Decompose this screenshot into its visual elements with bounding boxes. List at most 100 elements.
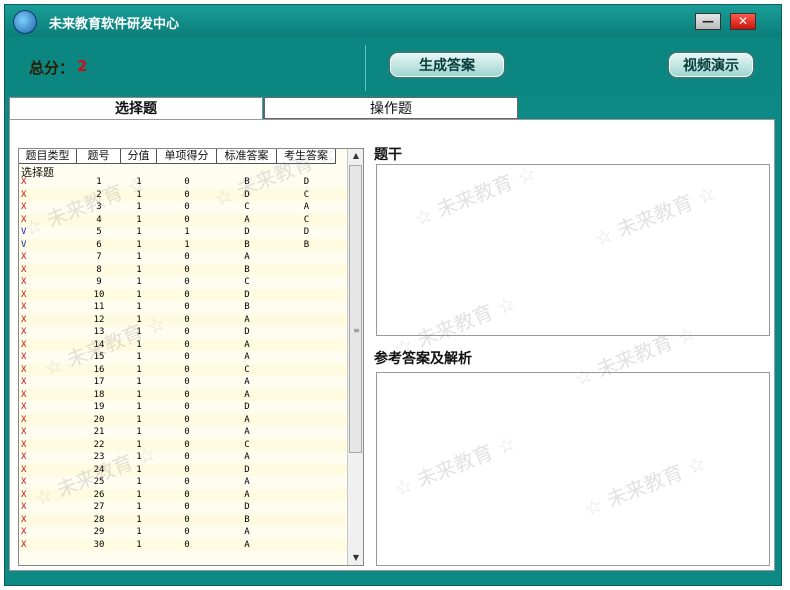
cell-std: D [244, 327, 250, 337]
list-scrollbar[interactable]: ▲ ≡ ▼ [347, 149, 363, 565]
cell-score: 0 [184, 514, 190, 525]
table-row[interactable]: V 6 1 1 B B [19, 238, 347, 251]
cell-score: 0 [184, 464, 190, 475]
close-button[interactable]: ✕ [730, 13, 756, 30]
table-row[interactable]: X 16 1 0 C [19, 363, 347, 376]
table-row[interactable]: X 26 1 0 A [19, 488, 347, 501]
minimize-button[interactable]: — [695, 13, 721, 30]
table-row[interactable]: X 24 1 0 D [19, 463, 347, 476]
cell-ans [277, 414, 336, 427]
scrollbar-thumb[interactable]: ≡ [349, 165, 362, 453]
generate-answer-button[interactable]: 生成答案 [388, 51, 506, 79]
scrollbar-grip: ≡ [353, 326, 360, 335]
table-row[interactable]: X 9 1 0 C [19, 276, 347, 289]
cell-mark: X [21, 352, 27, 362]
cell-score: 1 [184, 239, 190, 250]
cell-mark: X [21, 402, 27, 412]
tab-multiple-choice[interactable]: 选择题 [9, 97, 263, 119]
column-header-student-answer[interactable]: 考生答案 [277, 149, 336, 164]
cell-pts: 1 [136, 527, 142, 537]
cell-score: 0 [184, 502, 190, 512]
up-arrow-icon[interactable]: ▲ [348, 149, 363, 163]
table-row[interactable]: X 1 1 0 B D [19, 176, 347, 189]
table-row[interactable]: X 13 1 0 D [19, 326, 347, 339]
table-row[interactable]: X 28 1 0 B [19, 513, 347, 527]
cell-mark: X [21, 452, 27, 462]
cell-mark: X [21, 427, 27, 437]
column-header-type[interactable]: 题目类型 [19, 149, 77, 164]
cell-std: A [244, 377, 250, 387]
cell-num: 21 [93, 427, 105, 437]
cell-num: 13 [93, 327, 105, 337]
column-header-standard-answer[interactable]: 标准答案 [217, 149, 277, 164]
table-row[interactable]: X 20 1 0 A [19, 413, 347, 427]
table-row[interactable]: X 15 1 0 A [19, 351, 347, 364]
table-row[interactable]: X 29 1 0 A [19, 526, 347, 539]
cell-num: 4 [96, 214, 102, 225]
tab-operations[interactable]: 操作题 [264, 97, 518, 119]
column-header-item-score[interactable]: 单项得分 [157, 149, 217, 164]
cell-std: A [244, 214, 250, 225]
tab-bar: 选择题 操作题 [5, 97, 781, 119]
cell-ans [277, 251, 336, 264]
cell-mark: X [21, 202, 27, 212]
cell-ans [277, 501, 336, 514]
cell-std: D [244, 464, 250, 475]
cell-std: A [244, 414, 250, 425]
table-row[interactable]: X 8 1 0 B [19, 263, 347, 276]
cell-num: 9 [96, 277, 102, 287]
cell-ans [277, 539, 336, 552]
cell-score: 0 [184, 539, 190, 550]
column-header-number[interactable]: 题号 [77, 149, 121, 164]
cell-pts: 1 [136, 377, 142, 387]
cell-score: 0 [184, 277, 190, 287]
title-bar[interactable]: 未来教育软件研发中心 — ✕ [5, 5, 781, 37]
cell-mark: X [21, 489, 27, 500]
cell-pts: 1 [136, 302, 142, 312]
cell-ans [277, 514, 336, 527]
cell-mark: X [21, 414, 27, 425]
cell-score: 0 [184, 402, 190, 412]
table-row[interactable]: X 7 1 0 A [19, 251, 347, 264]
cell-pts: 1 [136, 414, 142, 425]
table-row[interactable]: X 2 1 0 D C [19, 188, 347, 201]
cell-pts: 1 [136, 252, 142, 262]
cell-std: B [244, 264, 250, 275]
column-header-points[interactable]: 分值 [121, 149, 157, 164]
cell-pts: 1 [136, 389, 142, 400]
table-row[interactable]: X 10 1 0 D [19, 288, 347, 301]
question-stem-panel[interactable] [376, 164, 770, 336]
table-row[interactable]: X 19 1 0 D [19, 401, 347, 414]
table-row[interactable]: X 14 1 0 A [19, 338, 347, 352]
table-row[interactable]: X 23 1 0 A [19, 451, 347, 464]
cell-score: 0 [184, 389, 190, 400]
table-row[interactable]: X 11 1 0 B [19, 301, 347, 314]
table-row[interactable]: X 25 1 0 A [19, 476, 347, 489]
cell-ans [277, 439, 336, 452]
down-arrow-icon[interactable]: ▼ [348, 551, 363, 565]
cell-num: 2 [96, 189, 102, 200]
table-row[interactable]: X 12 1 0 A [19, 313, 347, 326]
question-list[interactable]: 题目类型 题号 分值 单项得分 标准答案 考生答案 选择题 X110BDX210… [18, 148, 364, 566]
video-demo-button[interactable]: 视频演示 [667, 51, 755, 79]
table-row[interactable]: X 17 1 0 A [19, 376, 347, 389]
table-row[interactable]: V 5 1 1 D D [19, 226, 347, 239]
table-row[interactable]: X 30 1 0 A [19, 538, 347, 552]
cell-score: 0 [184, 489, 190, 500]
cell-score: 0 [184, 352, 190, 362]
cell-ans: B [303, 239, 310, 250]
cell-mark: X [21, 177, 27, 187]
table-row[interactable]: X 18 1 0 A [19, 388, 347, 401]
table-row[interactable]: X 22 1 0 C [19, 438, 347, 452]
table-row[interactable]: X 27 1 0 D [19, 501, 347, 514]
cell-std: A [244, 527, 250, 537]
table-row[interactable]: X 3 1 0 C A [19, 201, 347, 214]
content-area: 题目类型 题号 分值 单项得分 标准答案 考生答案 选择题 X110BDX210… [9, 119, 775, 571]
cell-pts: 1 [136, 439, 142, 450]
table-row[interactable]: X 4 1 0 A C [19, 213, 347, 226]
table-row[interactable]: X 21 1 0 A [19, 426, 347, 439]
cell-mark: X [21, 514, 27, 525]
cell-ans [277, 301, 336, 314]
reference-answer-panel[interactable] [376, 372, 770, 566]
cell-ans [277, 339, 336, 352]
